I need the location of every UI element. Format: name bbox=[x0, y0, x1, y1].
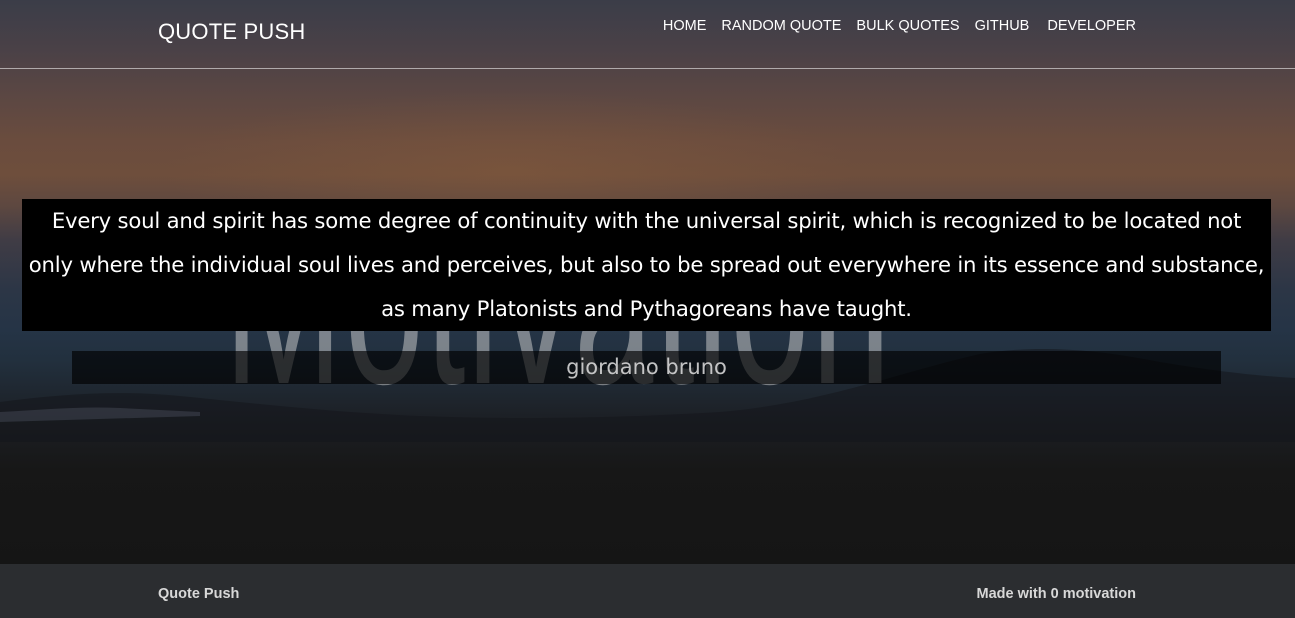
top-navbar: QUOTE PUSH HOME RANDOM QUOTE BULK QUOTES… bbox=[0, 0, 1295, 69]
footer: Quote Push Made with 0 motivation bbox=[0, 564, 1295, 618]
page: Motivation QUOTE PUSH HOME RANDOM QUOTE … bbox=[0, 0, 1295, 618]
main-nav: HOME RANDOM QUOTE BULK QUOTES GITHUB DEV… bbox=[663, 18, 1136, 34]
footer-brand: Quote Push bbox=[158, 586, 240, 602]
nav-developer-link[interactable]: DEVELOPER bbox=[1047, 18, 1136, 34]
nav-bulk-quotes-link[interactable]: BULK QUOTES bbox=[856, 18, 959, 34]
nav-github-link[interactable]: GITHUB bbox=[975, 18, 1030, 34]
brand-logo-link[interactable]: QUOTE PUSH bbox=[158, 19, 305, 45]
footer-credit: Made with 0 motivation bbox=[976, 586, 1136, 602]
nav-random-quote-link[interactable]: RANDOM QUOTE bbox=[721, 18, 841, 34]
author-container: giordano bruno bbox=[72, 351, 1221, 384]
quote-author: giordano bruno bbox=[566, 355, 727, 379]
quote-container: Every soul and spirit has some degree of… bbox=[22, 199, 1271, 331]
nav-home-link[interactable]: HOME bbox=[663, 18, 707, 34]
quote-text: Every soul and spirit has some degree of… bbox=[28, 208, 1265, 321]
